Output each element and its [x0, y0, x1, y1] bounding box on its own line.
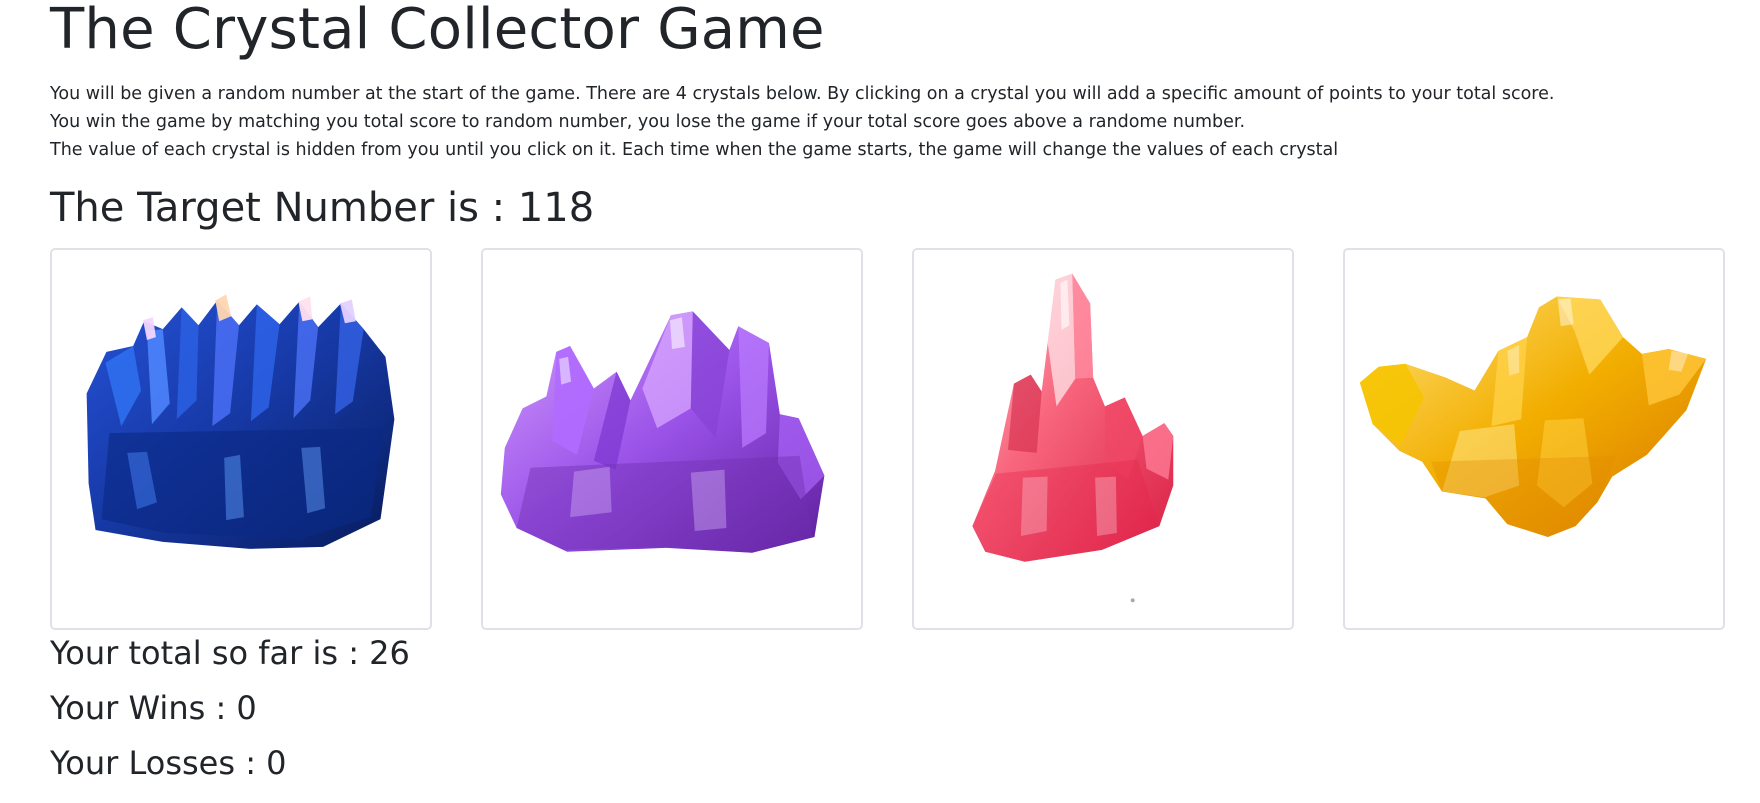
- crystal-button-yellow[interactable]: [1343, 248, 1725, 630]
- page-title: The Crystal Collector Game: [50, 0, 825, 62]
- instruction-line-3: The value of each crystal is hidden from…: [50, 140, 1339, 160]
- crystal-row: [50, 248, 1725, 633]
- yellow-crystal-icon: [1359, 296, 1707, 537]
- total-score: Your total so far is : 26: [50, 634, 410, 672]
- blue-crystal-icon: [86, 294, 395, 549]
- target-number: The Target Number is : 118: [50, 185, 595, 231]
- pink-crystal-icon: [972, 273, 1174, 603]
- crystal-button-purple[interactable]: [481, 248, 863, 630]
- crystal-button-pink[interactable]: [912, 248, 1294, 630]
- instruction-line-1: You will be given a random number at the…: [50, 84, 1555, 104]
- wins-count: Your Wins : 0: [50, 689, 257, 727]
- crystal-button-blue[interactable]: [50, 248, 432, 630]
- instructions: You will be given a random number at the…: [50, 80, 1650, 164]
- losses-count: Your Losses : 0: [50, 744, 287, 782]
- instruction-line-2: You win the game by matching you total s…: [50, 112, 1246, 132]
- purple-crystal-icon: [500, 311, 825, 553]
- crystal-collector-page: The Crystal Collector Game You will be g…: [0, 0, 1760, 803]
